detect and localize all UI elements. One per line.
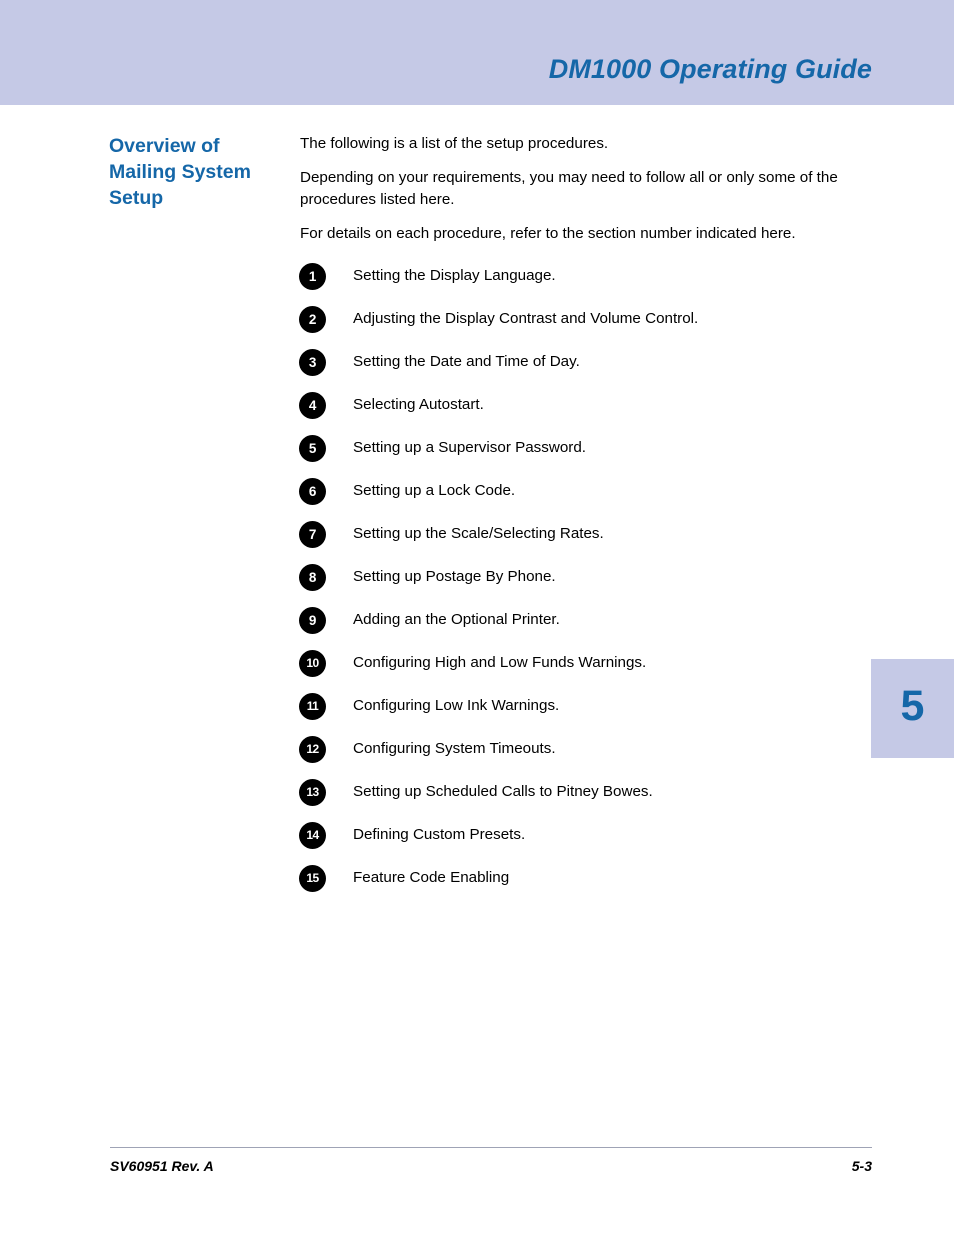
step-label: Setting up a Lock Code.	[353, 482, 516, 499]
header-banner: DM1000 Operating Guide	[0, 0, 954, 105]
step-label: Setting the Display Language.	[353, 267, 556, 284]
list-item: 15 Feature Code Enabling	[299, 865, 899, 908]
step-label: Setting up Scheduled Calls to Pitney Bow…	[353, 783, 653, 800]
step-label: Adjusting the Display Contrast and Volum…	[353, 310, 699, 327]
step-label: Configuring Low Ink Warnings.	[353, 697, 560, 714]
step-label: Adding an the Optional Printer.	[353, 611, 560, 628]
section-heading: Overview of Mailing System Setup	[109, 135, 251, 209]
intro-paragraph: The following is a list of the setup pro…	[300, 135, 609, 152]
step-label: Setting the Date and Time of Day.	[353, 353, 580, 370]
step-number-badge: 8	[299, 564, 326, 591]
list-item: 7 Setting up the Scale/Selecting Rates.	[299, 521, 899, 564]
step-number-badge: 10	[299, 650, 326, 677]
page-title: DM1000 Operating Guide	[548, 54, 872, 84]
document-id: SV60951 Rev. A	[110, 1158, 214, 1174]
list-item: 6 Setting up a Lock Code.	[299, 478, 899, 521]
step-label: Setting up the Scale/Selecting Rates.	[353, 525, 604, 542]
step-number-badge: 11	[299, 693, 326, 720]
page-number: 5-3	[851, 1158, 872, 1174]
list-item: 9 Adding an the Optional Printer.	[299, 607, 899, 650]
list-item: 8 Setting up Postage By Phone.	[299, 564, 899, 607]
step-number-badge: 7	[299, 521, 326, 548]
list-item: 11 Configuring Low Ink Warnings.	[299, 693, 899, 736]
step-label: Setting up Postage By Phone.	[353, 568, 556, 585]
step-label: Setting up a Supervisor Password.	[353, 439, 586, 456]
list-item: 1 Setting the Display Language.	[299, 263, 899, 306]
list-item: 12 Configuring System Timeouts.	[299, 736, 899, 779]
step-number-badge: 15	[299, 865, 326, 892]
step-label: Defining Custom Presets.	[353, 826, 526, 843]
step-number-badge: 14	[299, 822, 326, 849]
step-label: Configuring High and Low Funds Warnings.	[353, 654, 647, 671]
step-number-badge: 1	[299, 263, 326, 290]
list-item: 4 Selecting Autostart.	[299, 392, 899, 435]
step-label: Feature Code Enabling	[353, 869, 510, 886]
step-number-badge: 4	[299, 392, 326, 419]
step-number-badge: 2	[299, 306, 326, 333]
list-item: 2 Adjusting the Display Contrast and Vol…	[299, 306, 899, 349]
intro-text-block: The following is a list of the setup pro…	[300, 133, 872, 245]
list-item: 10 Configuring High and Low Funds Warnin…	[299, 650, 899, 693]
step-number-badge: 12	[299, 736, 326, 763]
procedure-list: 1 Setting the Display Language. 2 Adjust…	[299, 263, 899, 908]
step-number-badge: 13	[299, 779, 326, 806]
step-number-badge: 5	[299, 435, 326, 462]
document-page: DM1000 Operating Guide Overview of Maili…	[0, 0, 954, 1235]
list-item: 5 Setting up a Supervisor Password.	[299, 435, 899, 478]
list-item: 14 Defining Custom Presets.	[299, 822, 899, 865]
intro-paragraph: Depending on your requirements, you may …	[300, 169, 838, 208]
step-number-badge: 9	[299, 607, 326, 634]
intro-paragraph: For details on each procedure, refer to …	[300, 225, 796, 242]
step-label: Selecting Autostart.	[353, 396, 484, 413]
chapter-tab: 5	[871, 659, 954, 758]
page-footer: SV60951 Rev. A 5-3	[110, 1147, 872, 1182]
step-number-badge: 3	[299, 349, 326, 376]
list-item: 3 Setting the Date and Time of Day.	[299, 349, 899, 392]
step-number-badge: 6	[299, 478, 326, 505]
step-label: Configuring System Timeouts.	[353, 740, 556, 757]
list-item: 13 Setting up Scheduled Calls to Pitney …	[299, 779, 899, 822]
chapter-number: 5	[900, 682, 925, 730]
